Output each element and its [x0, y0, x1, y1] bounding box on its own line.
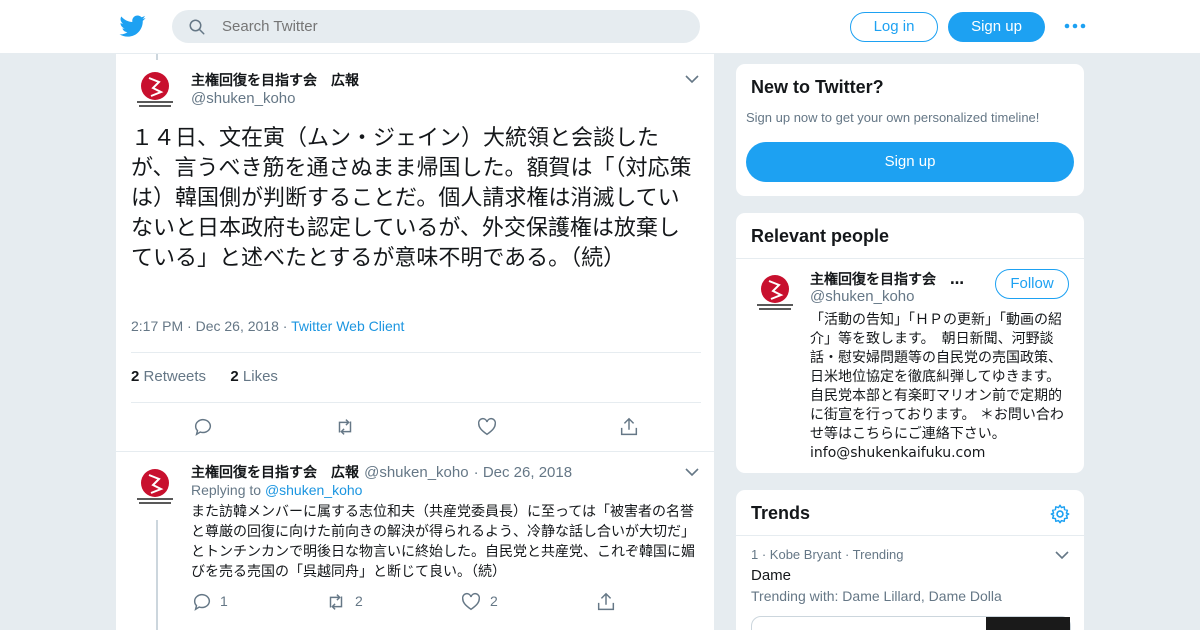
retweets-stat[interactable]: 2 Retweets	[131, 368, 206, 385]
share-icon[interactable]	[595, 591, 617, 613]
twitter-bird-icon[interactable]	[119, 13, 147, 39]
tweet-meta: 2:17 PM · Dec 26, 2018 · Twitter Web Cli…	[131, 318, 405, 334]
tweet-text: １４日、文在寅（ムン・ジェイン）大統領と会談したが、言うべき筋を通さぬまま帰国し…	[131, 126, 692, 271]
trend-media-thumbnail	[986, 617, 1070, 630]
tweet-date: Dec 26, 2018	[195, 318, 279, 334]
trend-name[interactable]: Dame	[751, 567, 791, 584]
tweet-stats: 2 Retweets 2 Likes	[131, 368, 278, 385]
replying-to-handle[interactable]: @shuken_koho	[265, 482, 363, 498]
divider	[116, 451, 716, 452]
retweet-icon[interactable]	[334, 416, 356, 438]
login-button[interactable]: Log in	[850, 12, 938, 42]
tweet-actions	[116, 416, 716, 440]
author-name[interactable]: 主権回復を目指す会 広報	[191, 70, 359, 90]
trend-with: Trending with: Dame Lillard, Dame Dolla	[751, 588, 1002, 604]
share-icon[interactable]	[618, 416, 640, 438]
reply-text: また訪韓メンバーに属する志位和夫（共産党委員長）に至っては「被害者の名誉と尊厳の…	[191, 504, 695, 580]
chevron-down-icon[interactable]	[685, 74, 699, 84]
chevron-down-icon[interactable]	[685, 467, 699, 477]
divider	[736, 258, 1084, 259]
like-heart-icon[interactable]	[476, 416, 498, 438]
trend-media-card[interactable]	[751, 616, 1071, 630]
follow-button[interactable]: Follow	[995, 269, 1069, 299]
sidebar-signup-button[interactable]: Sign up	[746, 142, 1074, 182]
reply-icon[interactable]	[192, 416, 214, 438]
reply-count: 1	[220, 593, 228, 609]
person-name[interactable]: 主権回復を目指す会 …	[810, 269, 964, 289]
reply-header: 主権回復を目指す会 広報 @shuken_koho · Dec 26, 2018	[191, 464, 573, 481]
avatar-logo-icon	[751, 269, 799, 317]
trend-meta: 1 · Kobe Bryant · Trending	[751, 547, 904, 562]
card-title: New to Twitter?	[751, 77, 884, 97]
trends-card: Trends 1 · Kobe Bryant · Trending Dame T…	[735, 489, 1085, 630]
more-dots-icon[interactable]	[1064, 19, 1086, 33]
search-icon	[189, 19, 205, 35]
card-title: Relevant people	[751, 226, 890, 246]
divider	[131, 402, 701, 403]
avatar-logo-icon	[131, 66, 179, 114]
replying-to: Replying to @shuken_koho	[191, 482, 363, 498]
reply-author-handle[interactable]: @shuken_koho	[364, 464, 468, 481]
card-subtitle: Sign up now to get your own personalized…	[746, 110, 1040, 125]
trends-title: Trends	[751, 503, 811, 523]
reply-date[interactable]: Dec 26, 2018	[483, 464, 572, 481]
relevant-people-card: Relevant people 主権回復を目指す会 … @shuken_koho…	[735, 212, 1085, 474]
tweet-thread: 主権回復を目指す会 広報 @shuken_koho １４日、文在寅（ムン・ジェイ…	[115, 54, 716, 630]
retweet-icon[interactable]	[325, 591, 347, 613]
search-input[interactable]	[222, 10, 682, 43]
avatar[interactable]	[131, 66, 179, 114]
reply-author-name[interactable]: 主権回復を目指す会 広報	[191, 465, 359, 481]
signup-button[interactable]: Sign up	[948, 12, 1045, 42]
person-bio: 「活動の告知」「ＨＰの更新」「動画の紹介」等を致します。 朝日新聞、河野談話・慰…	[810, 312, 1068, 461]
new-to-twitter-card: New to Twitter? Sign up now to get your …	[735, 63, 1085, 197]
divider	[131, 352, 701, 353]
avatar-logo-icon	[131, 463, 179, 511]
thread-line	[156, 54, 158, 60]
reply-icon[interactable]	[191, 591, 213, 613]
top-navigation-bar: Log in Sign up	[0, 0, 1200, 54]
like-count: 2	[490, 593, 498, 609]
reply-actions: 1 2 2	[116, 591, 716, 615]
likes-stat[interactable]: 2 Likes	[230, 368, 278, 385]
person-handle[interactable]: @shuken_koho	[810, 288, 914, 305]
avatar[interactable]	[751, 269, 799, 317]
like-heart-icon[interactable]	[460, 591, 482, 613]
reply-avatar[interactable]	[131, 463, 179, 511]
chevron-down-icon[interactable]	[1055, 550, 1069, 560]
retweet-count: 2	[355, 593, 363, 609]
divider	[736, 535, 1084, 536]
author-handle[interactable]: @shuken_koho	[191, 90, 295, 107]
search-box[interactable]	[172, 10, 700, 43]
tweet-time: 2:17 PM	[131, 318, 184, 334]
gear-icon[interactable]	[1049, 503, 1071, 525]
tweet-source-link[interactable]: Twitter Web Client	[291, 318, 404, 334]
